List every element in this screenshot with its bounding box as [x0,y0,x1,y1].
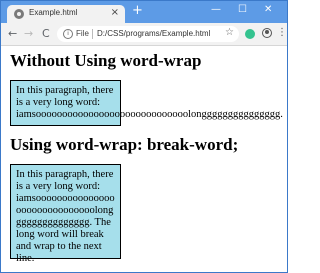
minimize-button[interactable]: — [211,3,221,17]
paragraph-line: In this paragraph, there [16,85,114,96]
info-icon[interactable]: i [63,29,73,39]
tab-strip: Example.html × + — ☐ ✕ [1,1,287,23]
back-button[interactable]: ← [8,27,17,41]
forward-button[interactable]: → [24,27,33,41]
new-tab-button[interactable]: + [132,4,143,18]
globe-icon [14,9,24,19]
address-bar[interactable]: i File D:/CSS/programs/Example.html ☆ [57,26,239,42]
extension-icon[interactable] [245,29,255,39]
close-tab-icon[interactable]: × [111,7,119,19]
heading-without-word-wrap: Without Using word-wrap [10,51,202,70]
star-icon[interactable]: ☆ [225,27,234,38]
heading-break-word: Using word-wrap: break-word; [10,135,239,154]
divider [92,29,93,39]
close-window-button[interactable]: ✕ [264,3,272,17]
paragraph-no-wrap: In this paragraph, there is a very long … [10,80,283,126]
browser-toolbar: ← → C i File D:/CSS/programs/Example.htm… [1,23,287,46]
paragraph-line: iamsooooooooooooooooooooooooooooolongggg… [16,109,283,120]
tab-example[interactable]: Example.html × [7,5,125,23]
paragraph-line: is a very long word: [16,97,100,108]
reload-button[interactable]: C [42,27,50,41]
paragraph-break-word: In this paragraph, there is a very long … [10,164,121,264]
browser-window: Example.html × + — ☐ ✕ ← → C i File D:/C… [0,0,288,273]
page-content: Without Using word-wrap In this paragrap… [1,46,287,272]
url-text[interactable]: D:/CSS/programs/Example.html [97,29,210,38]
menu-icon[interactable]: ⋮ [277,27,287,39]
profile-icon[interactable] [262,28,272,38]
maximize-button[interactable]: ☐ [238,3,247,17]
tab-title: Example.html [29,8,78,17]
scheme-label: File [76,29,89,38]
